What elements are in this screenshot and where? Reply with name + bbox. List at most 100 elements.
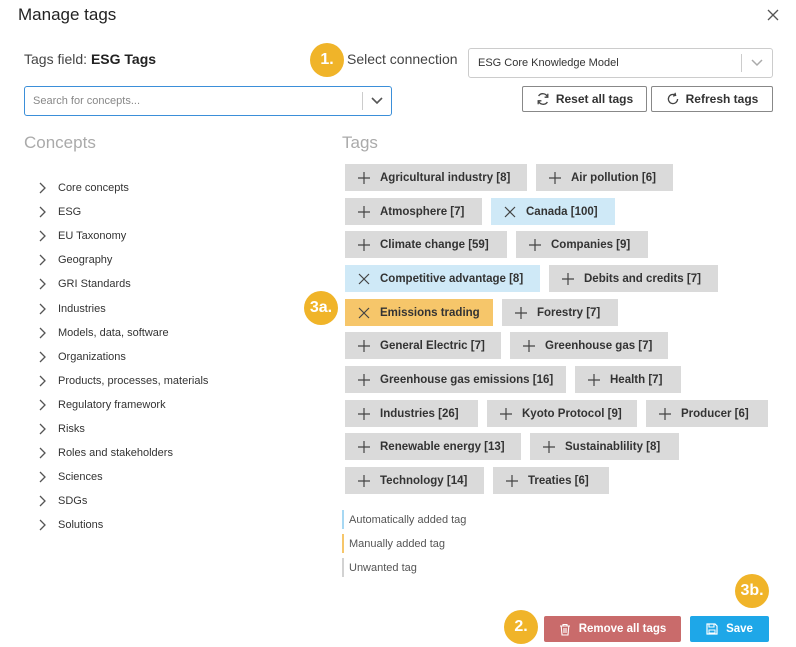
close-icon[interactable] <box>500 205 520 219</box>
chevron-right-icon[interactable] <box>38 471 58 483</box>
tree-item-organizations[interactable]: Organizations <box>38 345 208 369</box>
tree-item-label: Solutions <box>58 519 104 532</box>
reset-all-tags-button[interactable]: Reset all tags <box>522 86 647 112</box>
close-icon[interactable] <box>764 6 782 24</box>
chevron-right-icon[interactable] <box>38 206 58 218</box>
tag-chip[interactable]: Agricultural industry [8] <box>345 164 527 191</box>
chevron-right-icon[interactable] <box>38 375 58 387</box>
tag-chip[interactable]: Companies [9] <box>516 231 648 258</box>
tree-item-sciences[interactable]: Sciences <box>38 465 208 489</box>
chevron-right-icon[interactable] <box>38 495 58 507</box>
tag-chip[interactable]: Health [7] <box>575 366 681 393</box>
tree-item-gri-standards[interactable]: GRI Standards <box>38 272 208 296</box>
chevron-right-icon[interactable] <box>38 351 58 363</box>
plus-icon[interactable] <box>545 171 565 185</box>
tag-chip[interactable]: Treaties [6] <box>493 467 609 494</box>
tag-chip[interactable]: Air pollution [6] <box>536 164 673 191</box>
tree-item-label: Risks <box>58 422 85 435</box>
tag-chip[interactable]: Competitive advantage [8] <box>345 265 540 292</box>
plus-icon[interactable] <box>354 238 374 252</box>
tree-item-esg[interactable]: ESG <box>38 200 208 224</box>
plus-icon[interactable] <box>511 306 531 320</box>
tag-chip[interactable]: Debits and credits [7] <box>549 265 718 292</box>
tag-label: Agricultural industry [8] <box>380 171 511 184</box>
plus-icon[interactable] <box>496 407 516 421</box>
tag-chip[interactable]: Greenhouse gas emissions [16] <box>345 366 566 393</box>
plus-icon[interactable] <box>354 171 374 185</box>
tree-item-label: Regulatory framework <box>58 398 166 411</box>
tag-label: Producer [6] <box>681 407 749 420</box>
chevron-down-icon[interactable] <box>363 97 391 105</box>
tag-chip[interactable]: Emissions trading <box>345 299 493 326</box>
tag-chip[interactable]: Atmosphere [7] <box>345 198 482 225</box>
save-button[interactable]: Save <box>690 616 769 642</box>
tree-item-industries[interactable]: Industries <box>38 296 208 320</box>
trash-icon <box>559 623 570 636</box>
remove-all-tags-button[interactable]: Remove all tags <box>544 616 681 642</box>
plus-icon[interactable] <box>539 440 559 454</box>
plus-icon[interactable] <box>502 474 522 488</box>
tag-label: Atmosphere [7] <box>380 205 465 218</box>
close-icon[interactable] <box>354 306 374 320</box>
tag-chip[interactable]: Industries [26] <box>345 400 478 427</box>
connection-select[interactable]: ESG Core Knowledge Model <box>468 48 773 78</box>
tag-label: Climate change [59] <box>380 238 489 251</box>
tag-chip[interactable]: Forestry [7] <box>502 299 618 326</box>
reset-icon <box>537 93 549 105</box>
plus-icon[interactable] <box>354 474 374 488</box>
tag-chip[interactable]: Renewable energy [13] <box>345 433 521 460</box>
tag-chip[interactable]: Sustainablility [8] <box>530 433 679 460</box>
tag-chip[interactable]: Canada [100] <box>491 198 615 225</box>
tag-chip[interactable]: Technology [14] <box>345 467 484 494</box>
tag-chip[interactable]: Producer [6] <box>646 400 768 427</box>
chevron-right-icon[interactable] <box>38 303 58 315</box>
plus-icon[interactable] <box>525 238 545 252</box>
tags-heading: Tags <box>342 133 378 152</box>
tag-chip[interactable]: Kyoto Protocol [9] <box>487 400 637 427</box>
tag-label: Canada [100] <box>526 205 598 218</box>
tag-chip[interactable]: Climate change [59] <box>345 231 507 258</box>
chevron-right-icon[interactable] <box>38 519 58 531</box>
plus-icon[interactable] <box>584 373 604 387</box>
plus-icon[interactable] <box>354 205 374 219</box>
tree-item-sdgs[interactable]: SDGs <box>38 489 208 513</box>
plus-icon[interactable] <box>354 339 374 353</box>
tag-label: Air pollution [6] <box>571 171 656 184</box>
tag-label: Emissions trading <box>380 306 480 319</box>
tree-item-eu-taxonomy[interactable]: EU Taxonomy <box>38 224 208 248</box>
chevron-right-icon[interactable] <box>38 230 58 242</box>
tag-chip[interactable]: Greenhouse gas [7] <box>510 332 668 359</box>
tree-item-products-processes-materials[interactable]: Products, processes, materials <box>38 369 208 393</box>
tree-item-geography[interactable]: Geography <box>38 248 208 272</box>
search-input[interactable] <box>25 95 362 107</box>
tag-label: Sustainablility [8] <box>565 440 661 453</box>
tag-chip[interactable]: General Electric [7] <box>345 332 501 359</box>
remove-all-tags-label: Remove all tags <box>578 623 667 635</box>
plus-icon[interactable] <box>519 339 539 353</box>
chevron-right-icon[interactable] <box>38 423 58 435</box>
tree-item-core-concepts[interactable]: Core concepts <box>38 176 208 200</box>
chevron-right-icon[interactable] <box>38 254 58 266</box>
tree-item-models-data-software[interactable]: Models, data, software <box>38 321 208 345</box>
chevron-right-icon[interactable] <box>38 447 58 459</box>
tags-field-label: Tags field: <box>24 51 88 67</box>
tree-item-regulatory-framework[interactable]: Regulatory framework <box>38 393 208 417</box>
chevron-down-icon[interactable] <box>742 59 772 67</box>
plus-icon[interactable] <box>655 407 675 421</box>
chevron-right-icon[interactable] <box>38 327 58 339</box>
tags-field: Tags field: ESG Tags <box>24 51 156 67</box>
plus-icon[interactable] <box>354 440 374 454</box>
tag-label: Debits and credits [7] <box>584 272 701 285</box>
close-icon[interactable] <box>354 272 374 286</box>
tree-item-risks[interactable]: Risks <box>38 417 208 441</box>
tree-item-roles-and-stakeholders[interactable]: Roles and stakeholders <box>38 441 208 465</box>
plus-icon[interactable] <box>558 272 578 286</box>
chevron-right-icon[interactable] <box>38 278 58 290</box>
chevron-right-icon[interactable] <box>38 399 58 411</box>
chevron-right-icon[interactable] <box>38 182 58 194</box>
tree-item-solutions[interactable]: Solutions <box>38 513 208 537</box>
refresh-tags-button[interactable]: Refresh tags <box>651 86 773 112</box>
search-box[interactable] <box>24 86 392 116</box>
plus-icon[interactable] <box>354 373 374 387</box>
plus-icon[interactable] <box>354 407 374 421</box>
